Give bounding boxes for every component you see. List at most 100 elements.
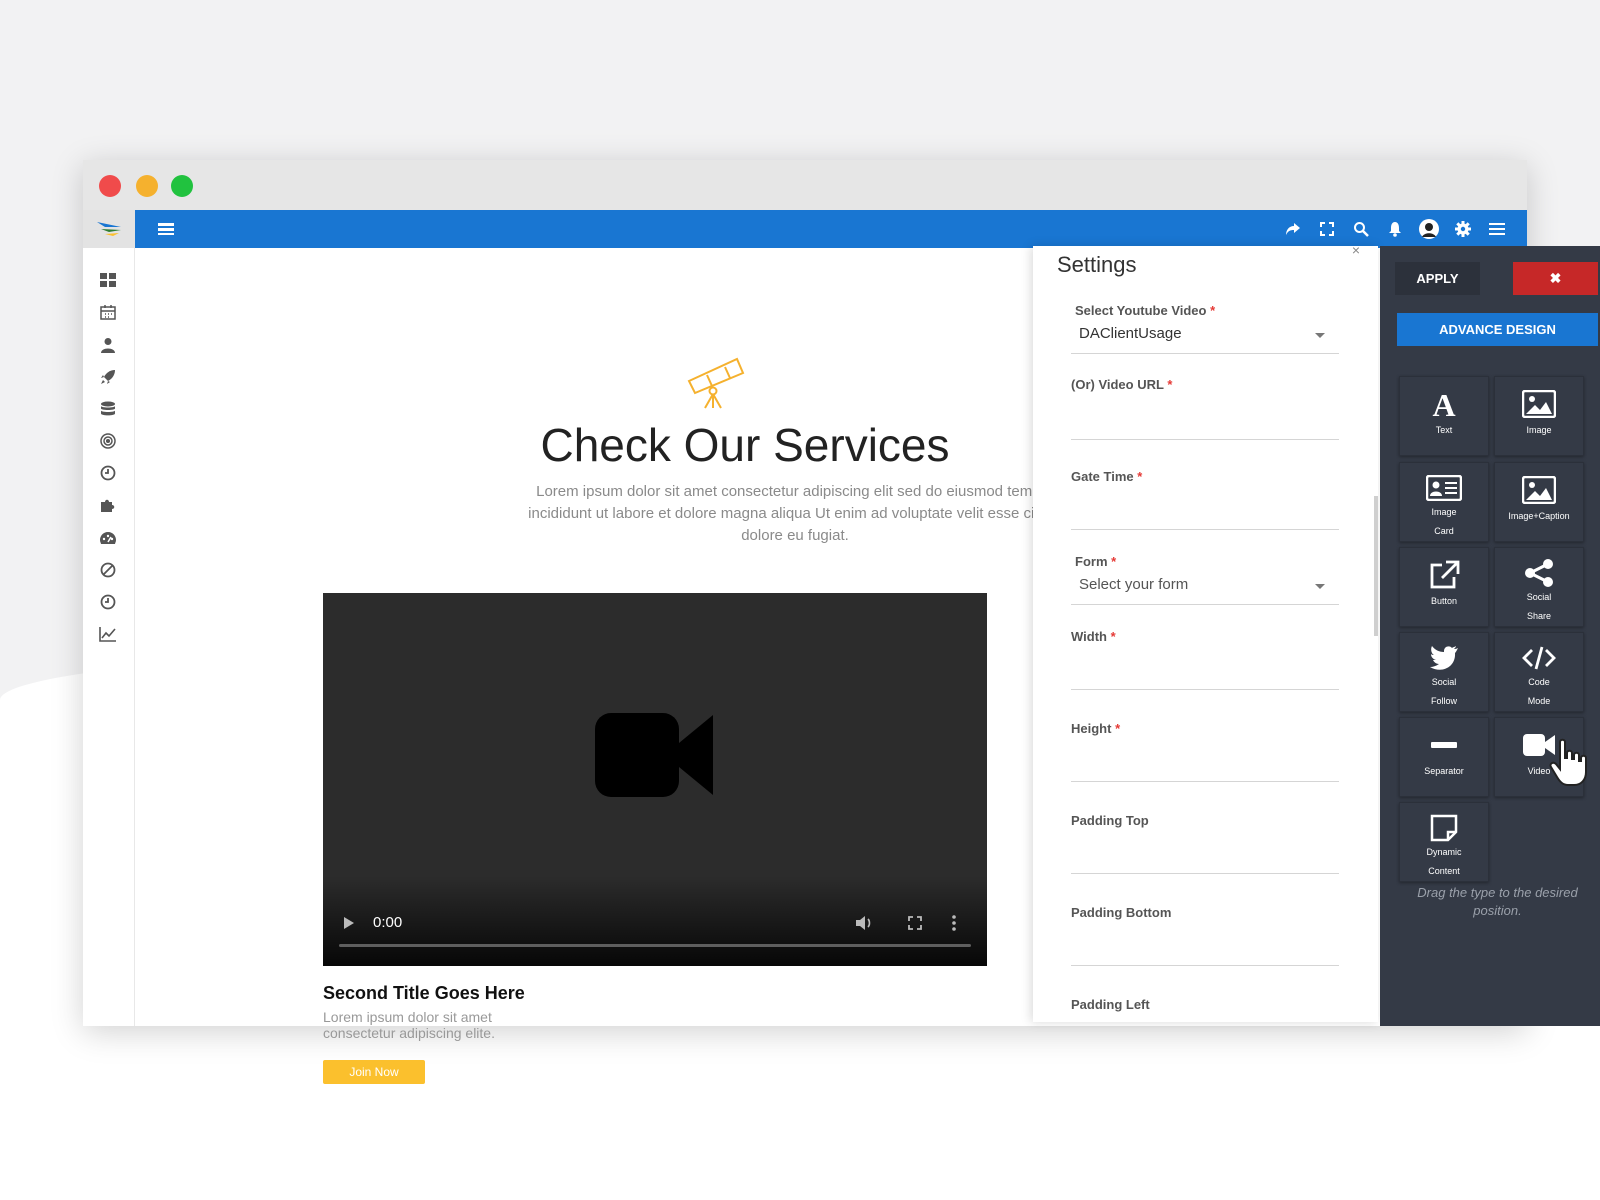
rocket-icon[interactable] <box>97 366 119 388</box>
menu-toggle-icon[interactable] <box>158 222 174 236</box>
padding-left-field[interactable]: Padding Left <box>1071 997 1339 1017</box>
advance-design-button[interactable]: ADVANCE DESIGN <box>1397 313 1598 346</box>
padding-top-field[interactable]: Padding Top <box>1071 813 1339 874</box>
field-underline <box>1071 529 1339 530</box>
tile-dynamic-content[interactable]: Dynamic Content <box>1399 802 1489 882</box>
field-underline <box>1071 689 1339 690</box>
width-field[interactable]: Width * <box>1071 629 1339 690</box>
youtube-video-select[interactable]: Select Youtube Video * DAClientUsage <box>1071 303 1339 354</box>
calendar-icon[interactable] <box>97 301 119 323</box>
user-icon[interactable] <box>97 334 119 356</box>
image-caption-icon <box>1522 476 1556 504</box>
volume-icon[interactable] <box>855 915 873 931</box>
tile-code-mode[interactable]: Code Mode <box>1494 632 1584 712</box>
search-icon[interactable] <box>1351 219 1371 239</box>
apply-button[interactable]: APPLY <box>1395 262 1480 295</box>
field-underline <box>1071 439 1339 440</box>
field-label: Form <box>1075 554 1108 569</box>
editor-canvas[interactable]: Check Our Services Lorem ipsum dolor sit… <box>140 248 1062 1084</box>
youtube-video-value: DAClientUsage <box>1079 325 1182 342</box>
settings-gear-icon[interactable] <box>1453 219 1473 239</box>
topbar-actions <box>1283 210 1507 248</box>
share-icon[interactable] <box>1283 219 1303 239</box>
field-label: Padding Top <box>1071 813 1149 828</box>
chevron-down-icon <box>1315 333 1325 338</box>
drag-hint-text: Drag the type to the desired position. <box>1417 885 1578 918</box>
tile-image-caption[interactable]: Image+Caption <box>1494 462 1584 542</box>
note-icon <box>1430 814 1458 842</box>
field-label: Padding Bottom <box>1071 905 1172 920</box>
video-url-field[interactable]: (Or) Video URL * <box>1071 377 1339 440</box>
tile-text[interactable]: A Text <box>1399 376 1489 456</box>
tile-button[interactable]: Button <box>1399 547 1489 627</box>
app-logo[interactable] <box>83 210 135 248</box>
database-icon[interactable] <box>97 398 119 420</box>
hamburger-menu-icon[interactable] <box>1487 219 1507 239</box>
tile-social-share[interactable]: Social Share <box>1494 547 1584 627</box>
video-time: 0:00 <box>373 914 403 931</box>
fullscreen-icon[interactable] <box>1317 219 1337 239</box>
tile-image-card[interactable]: Image Card <box>1399 462 1489 542</box>
required-mark: * <box>1167 377 1173 392</box>
tile-separator[interactable]: Separator <box>1399 717 1489 797</box>
external-link-icon <box>1430 560 1460 589</box>
code-icon <box>1522 646 1556 670</box>
telescope-icon <box>687 357 745 409</box>
tile-label: Social <box>1526 592 1552 602</box>
settings-close-button[interactable]: × <box>1352 246 1360 258</box>
tile-image[interactable]: Image <box>1494 376 1584 456</box>
tile-label: Text <box>1435 425 1453 435</box>
settings-scrollbar[interactable] <box>1374 496 1378 636</box>
more-options-icon[interactable] <box>951 914 957 932</box>
block-icon[interactable] <box>97 559 119 581</box>
form-select[interactable]: Form * Select your form <box>1071 554 1339 605</box>
field-underline <box>1071 781 1339 782</box>
notifications-bell-icon[interactable] <box>1385 219 1405 239</box>
tile-label: Image <box>1526 425 1552 435</box>
elements-panel: APPLY ✖ ADVANCE DESIGN A Text Image Imag… <box>1380 246 1600 1026</box>
gate-time-field[interactable]: Gate Time * <box>1071 469 1339 530</box>
speedometer-icon[interactable] <box>97 527 119 549</box>
twitter-bird-icon <box>1430 646 1458 670</box>
line-chart-icon[interactable] <box>97 623 119 645</box>
field-underline <box>1071 353 1339 354</box>
share-nodes-icon <box>1525 559 1553 587</box>
video-progress-bar[interactable] <box>339 944 971 947</box>
tile-label: Image <box>1431 507 1457 517</box>
window-titlebar <box>83 160 1527 210</box>
tile-label: Separator <box>1424 766 1464 776</box>
tile-label: Image+Caption <box>1508 511 1570 521</box>
field-label: Height <box>1071 721 1112 736</box>
tile-social-follow[interactable]: Social Follow <box>1399 632 1489 712</box>
height-field[interactable]: Height * <box>1071 721 1339 782</box>
clock-icon[interactable] <box>97 462 119 484</box>
svg-text:A: A <box>1432 389 1455 419</box>
form-select-value: Select your form <box>1079 576 1189 593</box>
tile-label: Share <box>1526 611 1552 621</box>
separator-icon <box>1431 742 1457 748</box>
maximize-window-button[interactable] <box>171 175 193 197</box>
video-player[interactable]: 0:00 <box>323 593 987 966</box>
tile-label: Button <box>1430 596 1458 606</box>
field-underline <box>1071 965 1339 966</box>
left-sidebar <box>83 248 135 1026</box>
chevron-down-icon <box>1315 584 1325 589</box>
required-mark: * <box>1210 303 1216 318</box>
tile-label: Follow <box>1430 696 1457 706</box>
required-mark: * <box>1111 554 1117 569</box>
user-avatar[interactable] <box>1419 219 1439 239</box>
play-icon[interactable] <box>343 916 355 930</box>
close-window-button[interactable] <box>99 175 121 197</box>
text-icon: A <box>1432 389 1455 419</box>
puzzle-icon[interactable] <box>97 494 119 516</box>
settings-title: Settings <box>1057 252 1137 277</box>
cancel-button[interactable]: ✖ <box>1513 262 1598 295</box>
join-now-button[interactable]: Join Now <box>323 1060 425 1084</box>
dashboard-icon[interactable] <box>97 269 119 291</box>
history-clock-icon[interactable] <box>97 591 119 613</box>
minimize-window-button[interactable] <box>136 175 158 197</box>
target-icon[interactable] <box>97 430 119 452</box>
field-underline <box>1071 873 1339 874</box>
video-fullscreen-icon[interactable] <box>908 916 922 930</box>
padding-bottom-field[interactable]: Padding Bottom <box>1071 905 1339 966</box>
